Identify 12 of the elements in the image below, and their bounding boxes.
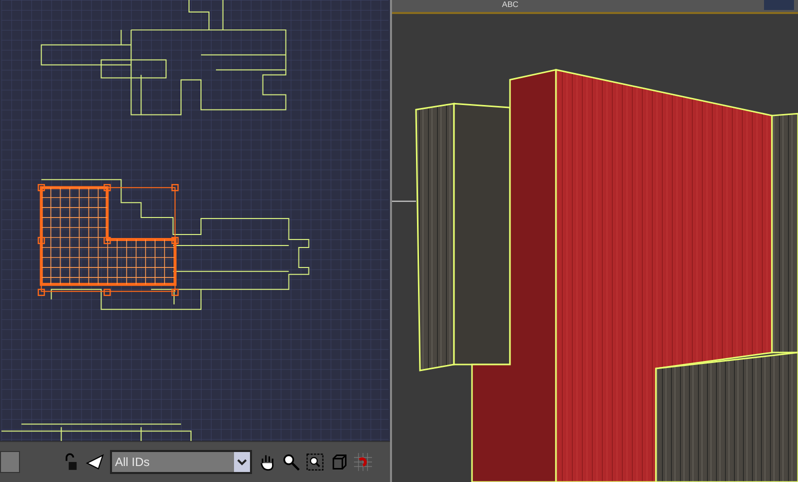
hand-icon[interactable] [258,453,276,472]
zoom-icon[interactable] [282,453,300,472]
spinner-field[interactable] [764,0,794,10]
id-filter-dropdown[interactable]: All IDs [110,450,252,474]
3d-viewport[interactable] [392,14,798,482]
zoom-region-icon[interactable] [306,453,324,472]
caret-icon [237,457,247,468]
toolbar-label: ABC [502,0,518,9]
edge-line [392,200,416,202]
uv-canvas[interactable] [0,0,390,442]
spinner-control[interactable] [0,451,20,474]
paper-plane-icon[interactable] [86,453,104,472]
